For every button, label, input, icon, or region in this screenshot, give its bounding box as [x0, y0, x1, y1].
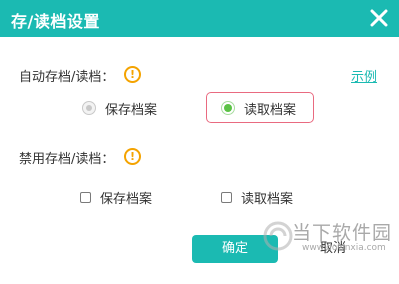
radio-load-archive[interactable]: 读取档案 [221, 93, 296, 123]
warning-icon: ! [124, 148, 141, 165]
checkbox-label-save: 保存档案 [100, 191, 153, 207]
checkbox-load-archive[interactable]: 读取档案 [221, 187, 293, 207]
checkbox[interactable] [221, 191, 232, 203]
auto-section-label: 自动存档/读档： [19, 70, 115, 85]
checkbox[interactable] [80, 191, 91, 203]
watermark-text: 当下软件园 [292, 222, 393, 244]
radio-button-selected[interactable] [221, 101, 235, 115]
warning-icon: ! [124, 66, 141, 83]
radio-save-archive[interactable]: 保存档案 [82, 93, 157, 123]
disable-section-label: 禁用存档/读档： [19, 152, 115, 167]
radio-label-save: 保存档案 [105, 102, 158, 118]
checkbox-label-load: 读取档案 [241, 191, 294, 207]
radio-button[interactable] [82, 101, 96, 115]
watermark-url: www.downxia.com [302, 243, 386, 253]
dialog-title: 存/读档设置 [11, 12, 100, 31]
dialog-titlebar: 存/读档设置 [0, 0, 399, 37]
example-link[interactable]: 示例 [351, 66, 377, 85]
radio-label-load: 读取档案 [244, 102, 297, 118]
checkbox-save-archive[interactable]: 保存档案 [80, 187, 152, 207]
close-icon[interactable] [368, 7, 390, 29]
